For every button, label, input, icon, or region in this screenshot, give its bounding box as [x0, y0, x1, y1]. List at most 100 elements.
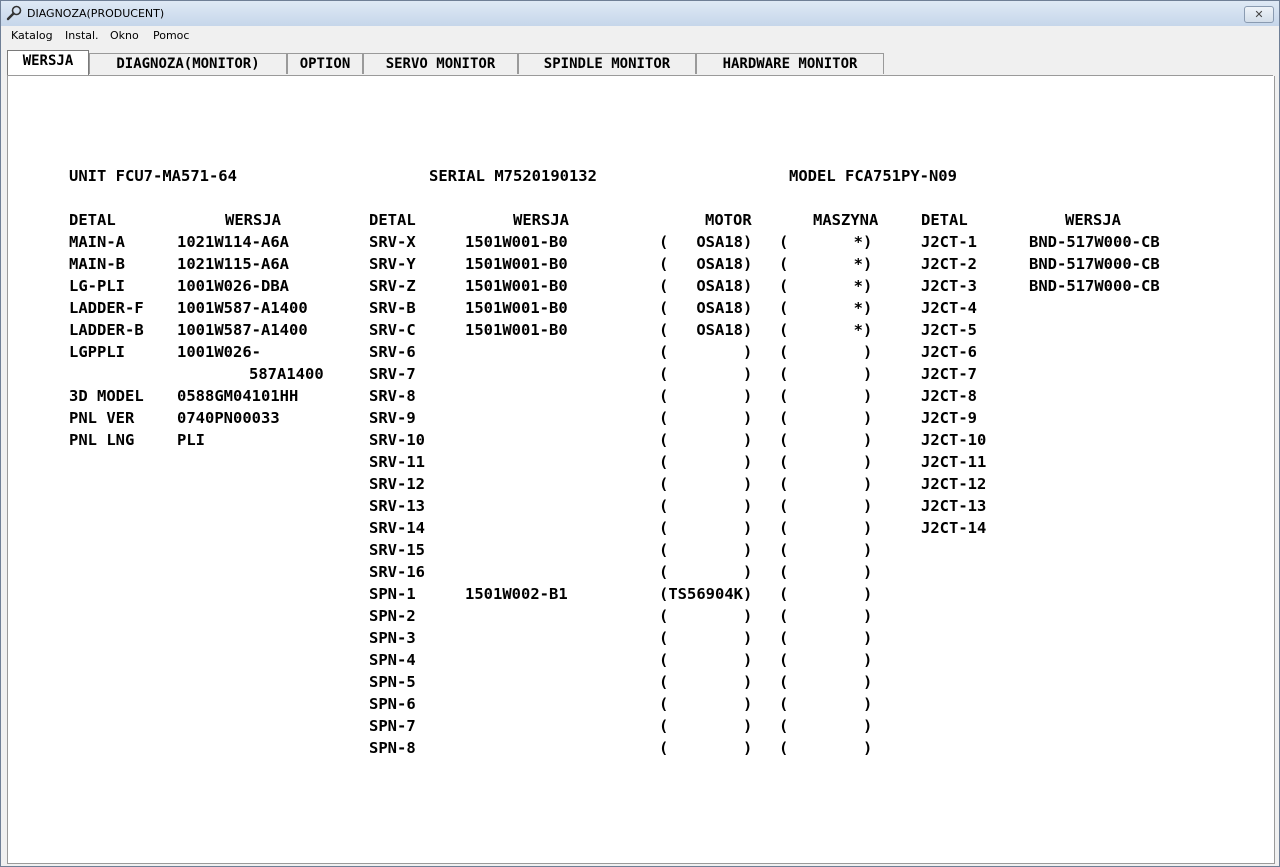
servo-maszyna-cell: ( ): [779, 387, 873, 405]
servo-wersja-cell: 1501W001-B0: [465, 255, 568, 273]
tab-wersja[interactable]: WERSJA: [7, 50, 89, 75]
tab-hardware-monitor[interactable]: HARDWARE MONITOR: [696, 53, 884, 74]
close-button[interactable]: ✕: [1244, 6, 1274, 23]
servo-motor-cell: ( ): [659, 541, 753, 559]
left-detal-cell: MAIN-A: [69, 233, 125, 251]
j2ct-detal-cell: J2CT-1: [921, 233, 977, 251]
servo-detal-cell: SRV-B: [369, 299, 416, 317]
serial-label: SERIAL M7520190132: [429, 167, 597, 185]
servo-wersja-cell: 1501W001-B0: [465, 299, 568, 317]
servo-motor-cell: ( ): [659, 651, 753, 669]
servo-detal-cell: SRV-16: [369, 563, 425, 581]
tab-option[interactable]: OPTION: [287, 53, 363, 74]
servo-detal-cell: SRV-6: [369, 343, 416, 361]
left-wersja-cell: 1001W026-DBA: [177, 277, 289, 295]
servo-wersja-cell: 1501W001-B0: [465, 233, 568, 251]
tab-spindle-monitor[interactable]: SPINDLE MONITOR: [518, 53, 696, 74]
j2ct-detal-cell: J2CT-2: [921, 255, 977, 273]
model-label: MODEL FCA751PY-N09: [789, 167, 957, 185]
servo-motor-cell: ( ): [659, 387, 753, 405]
servo-detal-cell: SPN-7: [369, 717, 416, 735]
menu-pomoc[interactable]: Pomoc: [153, 29, 189, 42]
servo-maszyna-cell: ( ): [779, 541, 873, 559]
servo-detal-cell: SRV-Z: [369, 277, 416, 295]
servo-maszyna-cell: ( *): [779, 277, 873, 295]
servo-motor-cell: ( ): [659, 431, 753, 449]
servo-maszyna-cell: ( *): [779, 321, 873, 339]
left-wersja-cell: 0588GM04101HH: [177, 387, 299, 405]
col-motor: MOTOR: [705, 211, 752, 229]
servo-motor-cell: (TS56904K): [659, 585, 753, 603]
left-detal-cell: PNL VER: [69, 409, 135, 427]
left-wersja-cell: 0740PN00033: [177, 409, 280, 427]
servo-motor-cell: ( ): [659, 695, 753, 713]
col-wersja-servo: WERSJA: [513, 211, 569, 229]
servo-motor-cell: ( ): [659, 607, 753, 625]
servo-motor-cell: ( ): [659, 409, 753, 427]
servo-maszyna-cell: ( ): [779, 651, 873, 669]
menu-katalog[interactable]: Katalog: [11, 29, 53, 42]
servo-detal-cell: SRV-Y: [369, 255, 416, 273]
j2ct-detal-cell: J2CT-6: [921, 343, 977, 361]
menu-okno[interactable]: Okno: [110, 29, 139, 42]
tab-diagnoza-monitor[interactable]: DIAGNOZA(MONITOR): [89, 53, 287, 74]
left-detal-cell: PNL LNG: [69, 431, 135, 449]
servo-motor-cell: ( ): [659, 365, 753, 383]
servo-wersja-cell: 1501W001-B0: [465, 277, 568, 295]
left-wersja-cell: PLI: [177, 431, 205, 449]
servo-maszyna-cell: ( ): [779, 739, 873, 757]
menu-instal[interactable]: Instal.: [65, 29, 99, 42]
j2ct-detal-cell: J2CT-10: [921, 431, 987, 449]
servo-detal-cell: SPN-5: [369, 673, 416, 691]
j2ct-detal-cell: J2CT-14: [921, 519, 987, 537]
col-detal-servo: DETAL: [369, 211, 416, 229]
servo-motor-cell: ( ): [659, 673, 753, 691]
title-bar[interactable]: DIAGNOZA(PRODUCENT) ✕: [1, 1, 1279, 26]
servo-maszyna-cell: ( ): [779, 629, 873, 647]
servo-motor-cell: ( OSA18): [659, 255, 753, 273]
tab-servo-monitor[interactable]: SERVO MONITOR: [363, 53, 518, 74]
j2ct-detal-cell: J2CT-12: [921, 475, 987, 493]
j2ct-detal-cell: J2CT-5: [921, 321, 977, 339]
servo-maszyna-cell: ( ): [779, 519, 873, 537]
left-wersja-cell: 587A1400: [249, 365, 324, 383]
left-detal-cell: LADDER-B: [69, 321, 144, 339]
col-wersja-j2ct: WERSJA: [1065, 211, 1121, 229]
j2ct-wersja-cell: BND-517W000-CB: [1029, 233, 1160, 251]
servo-motor-cell: ( OSA18): [659, 321, 753, 339]
servo-detal-cell: SRV-7: [369, 365, 416, 383]
j2ct-detal-cell: J2CT-8: [921, 387, 977, 405]
j2ct-detal-cell: J2CT-11: [921, 453, 987, 471]
left-wersja-cell: 1001W587-A1400: [177, 321, 308, 339]
servo-maszyna-cell: ( ): [779, 607, 873, 625]
col-maszyna: MASZYNA: [813, 211, 879, 229]
servo-detal-cell: SRV-13: [369, 497, 425, 515]
servo-maszyna-cell: ( ): [779, 343, 873, 361]
servo-maszyna-cell: ( ): [779, 717, 873, 735]
j2ct-detal-cell: J2CT-4: [921, 299, 977, 317]
servo-wersja-cell: 1501W002-B1: [465, 585, 568, 603]
servo-motor-cell: ( ): [659, 497, 753, 515]
left-detal-cell: LGPPLI: [69, 343, 125, 361]
servo-detal-cell: SPN-4: [369, 651, 416, 669]
servo-detal-cell: SRV-14: [369, 519, 425, 537]
servo-detal-cell: SRV-C: [369, 321, 416, 339]
servo-detal-cell: SRV-10: [369, 431, 425, 449]
app-window: DIAGNOZA(PRODUCENT) ✕ Katalog Instal. Ok…: [0, 0, 1280, 867]
servo-detal-cell: SRV-11: [369, 453, 425, 471]
servo-maszyna-cell: ( *): [779, 233, 873, 251]
j2ct-detal-cell: J2CT-7: [921, 365, 977, 383]
servo-motor-cell: ( ): [659, 739, 753, 757]
left-wersja-cell: 1021W114-A6A: [177, 233, 289, 251]
servo-maszyna-cell: ( *): [779, 255, 873, 273]
left-detal-cell: 3D MODEL: [69, 387, 144, 405]
servo-detal-cell: SPN-8: [369, 739, 416, 757]
j2ct-wersja-cell: BND-517W000-CB: [1029, 277, 1160, 295]
servo-motor-cell: ( OSA18): [659, 233, 753, 251]
servo-maszyna-cell: ( ): [779, 365, 873, 383]
servo-motor-cell: ( ): [659, 563, 753, 581]
j2ct-detal-cell: J2CT-9: [921, 409, 977, 427]
j2ct-detal-cell: J2CT-13: [921, 497, 987, 515]
servo-motor-cell: ( OSA18): [659, 277, 753, 295]
wrench-icon: [6, 5, 22, 21]
